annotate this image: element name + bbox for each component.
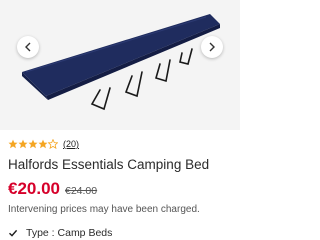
was-price: €24.00	[65, 185, 98, 197]
check-icon	[9, 229, 18, 237]
chevron-right-icon	[209, 42, 215, 52]
product-attribute: Type : Camp Beds	[8, 227, 112, 239]
rating-stars	[8, 139, 58, 149]
product-type: Type : Camp Beds	[26, 227, 113, 239]
camping-bed-image	[22, 14, 220, 111]
product-rating[interactable]: (20)	[8, 138, 79, 150]
price-note: Intervening prices may have been charged…	[8, 204, 200, 215]
next-image-button[interactable]	[201, 36, 223, 58]
star-filled-icon	[8, 139, 18, 149]
previous-image-button[interactable]	[17, 36, 39, 58]
product-title: Halfords Essentials Camping Bed	[8, 157, 210, 172]
star-filled-icon	[18, 139, 28, 149]
star-filled-icon	[38, 139, 48, 149]
current-price: €20.00	[8, 179, 60, 198]
star-empty-icon	[48, 139, 58, 149]
chevron-left-icon	[25, 42, 31, 52]
product-image-gallery[interactable]	[0, 0, 240, 130]
review-count-link[interactable]: (20)	[63, 138, 79, 150]
price-row: €20.00 €24.00	[8, 179, 97, 199]
star-filled-icon	[28, 139, 38, 149]
